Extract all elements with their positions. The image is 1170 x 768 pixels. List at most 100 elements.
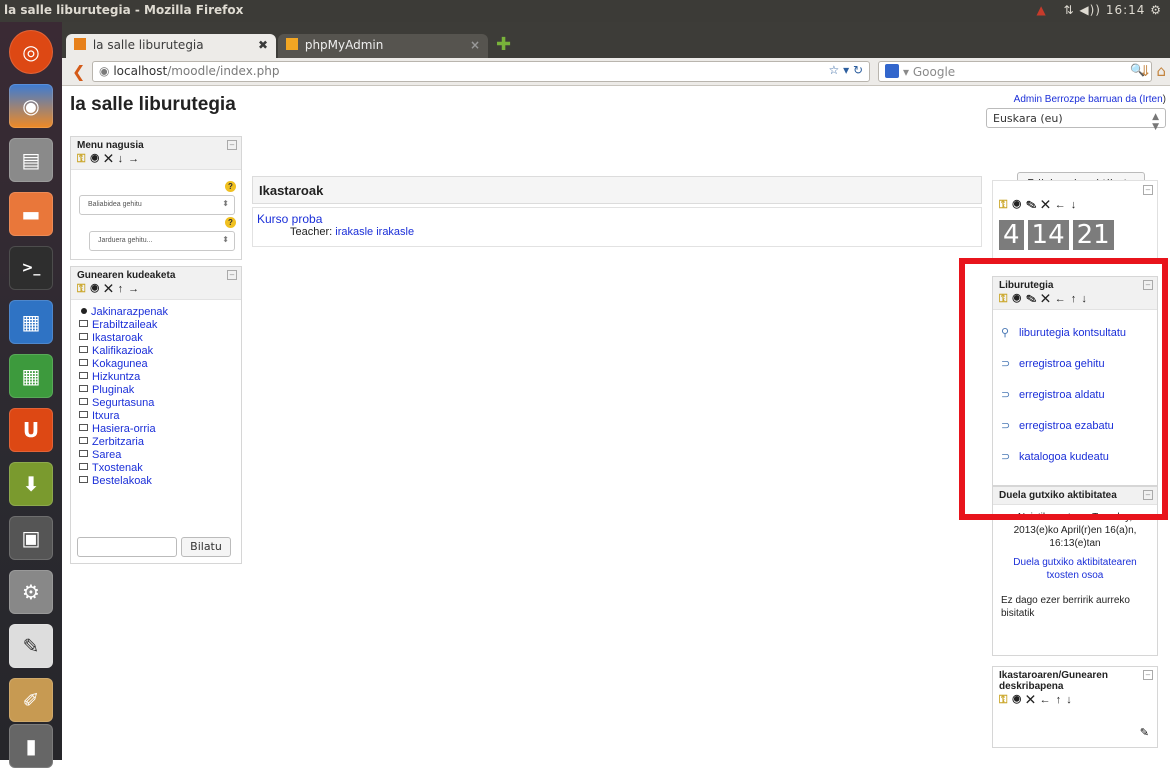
list-item[interactable]: Kokagunea <box>79 358 233 371</box>
list-item[interactable]: Itxura <box>79 410 233 423</box>
nothing-new-text: Ez dago ezer berririk aurreko bisitatik <box>1001 595 1130 619</box>
software-center-icon[interactable]: U <box>9 408 53 452</box>
list-item[interactable]: Txostenak <box>79 462 233 475</box>
courses-heading: Ikastaroak <box>252 176 982 204</box>
list-item[interactable]: Bestelakoak <box>79 475 233 488</box>
teacher-line: Teacher: irakasle irakasle <box>290 226 415 238</box>
list-item[interactable]: Jakinarazpenak <box>79 306 233 319</box>
block-controls[interactable]: ⚿ ◉ ✕ ↓ → <box>77 153 235 166</box>
course-link[interactable]: Kurso proba <box>257 212 322 226</box>
collapse-icon[interactable]: – <box>227 270 237 280</box>
folder-icon <box>79 463 88 470</box>
search-box[interactable]: ▾ Google 🔍 <box>878 61 1152 82</box>
new-tab-icon[interactable]: ✚ <box>496 36 514 54</box>
drawing-icon[interactable]: ✐ <box>9 678 53 722</box>
system-tray[interactable]: ▲ ⇅ ◀)) 16:14 ⚙ <box>1036 3 1162 17</box>
clock-digit: 21 <box>1072 220 1114 250</box>
site-identity-icon[interactable]: ◉ <box>99 64 109 78</box>
user-name-link[interactable]: Admin Berrozpe barruan da ( <box>1014 94 1143 105</box>
close-tab-icon[interactable]: ✖ <box>258 38 268 52</box>
logout-link[interactable]: Irten <box>1143 94 1163 105</box>
folder-icon <box>79 450 88 457</box>
add-resource-select[interactable]: Baliabidea gehitu ⬍ <box>79 195 235 215</box>
list-item[interactable]: Erabiltzaileak <box>79 319 233 332</box>
folder-icon <box>79 411 88 418</box>
clock-digit: 14 <box>1027 220 1069 250</box>
launcher: ◎ ◉ ▤ ▬ >_ ▦ ▦ U ⬇ ▣ ⚙ ✎ ✐ ▮ <box>0 22 62 768</box>
back-arrow-icon[interactable]: ❮ <box>72 62 85 81</box>
list-item[interactable]: Segurtasuna <box>79 397 233 410</box>
text-editor-icon[interactable]: ✎ <box>9 624 53 668</box>
phpmyadmin-favicon-icon <box>286 38 298 50</box>
download-home-icons[interactable]: ⇓ ⌂ <box>1139 62 1166 80</box>
block-title: Menu nagusia <box>77 140 144 151</box>
block-title: Gunearen kudeaketa <box>77 270 176 281</box>
search-button[interactable]: Bilatu <box>181 537 231 557</box>
edit-icon[interactable]: ✎ <box>1140 726 1149 739</box>
block-header: Menu nagusia – ⚿ ◉ ✕ ↓ → <box>71 137 241 170</box>
full-report-link-wrap: Duela gutxiko aktibitatearen txosten oso… <box>993 556 1157 588</box>
full-report-link[interactable]: Duela gutxiko aktibitatearen txosten oso… <box>1013 557 1136 581</box>
language-selected: Euskara (eu) <box>993 112 1063 125</box>
block-title: Ikastaroaren/Gunearen deskribapena <box>999 670 1108 692</box>
close-tab-icon[interactable]: × <box>470 38 480 52</box>
ubuntu-dash-icon[interactable]: ◎ <box>9 30 53 74</box>
clock-time[interactable]: 16:14 <box>1106 3 1146 17</box>
google-icon[interactable] <box>885 64 899 78</box>
settings-icon[interactable]: ⚙ <box>9 570 53 614</box>
network-icon[interactable]: ⇅ <box>1064 3 1075 17</box>
bullet-icon <box>81 308 87 314</box>
tab-phpmyadmin[interactable]: phpMyAdmin × <box>278 34 488 58</box>
help-icon[interactable]: ? <box>225 181 236 192</box>
reload-icon[interactable]: ☆ ▾ ↻ <box>829 63 863 77</box>
search-placeholder: Google <box>912 65 956 79</box>
list-item[interactable]: Hasiera-orria <box>79 423 233 436</box>
chevron-down-icon: ⬍ <box>222 235 229 244</box>
warning-icon[interactable]: ▲ <box>1036 3 1046 17</box>
list-item[interactable]: Pluginak <box>79 384 233 397</box>
folder-icon[interactable]: ▬ <box>9 192 53 236</box>
trash-icon[interactable]: ▮ <box>9 724 53 768</box>
list-item[interactable]: Zerbitzaria <box>79 436 233 449</box>
files-icon[interactable]: ▤ <box>9 138 53 182</box>
teacher-link[interactable]: irakasle irakasle <box>335 226 414 238</box>
terminal-icon[interactable]: >_ <box>9 246 53 290</box>
block-controls[interactable]: ⚿ ◉ ✎ ✕ ← ↓ <box>999 199 1157 212</box>
writer-icon[interactable]: ▦ <box>9 300 53 344</box>
admin-search-input[interactable] <box>77 537 177 557</box>
archive-icon[interactable]: ⬇ <box>9 462 53 506</box>
workspace-icon[interactable]: ▣ <box>9 516 53 560</box>
navigation-bar: ❮ ◉ localhost/moodle/index.php ☆ ▾ ↻ ▾ G… <box>62 58 1170 86</box>
language-select[interactable]: Euskara (eu) ▲ ▼ <box>986 108 1166 132</box>
list-item[interactable]: Ikastaroak <box>79 332 233 345</box>
calc-icon[interactable]: ▦ <box>9 354 53 398</box>
tab-moodle[interactable]: la salle liburutegia ✖ <box>66 34 276 58</box>
list-item[interactable]: Hizkuntza <box>79 371 233 384</box>
flip-clock: 4 14 21 <box>999 220 1157 250</box>
collapse-icon[interactable]: – <box>1143 670 1153 680</box>
list-item[interactable]: Kalifikazioak <box>79 345 233 358</box>
firefox-icon[interactable]: ◉ <box>9 84 53 128</box>
collapse-icon[interactable]: – <box>1143 185 1153 195</box>
folder-icon <box>79 476 88 483</box>
block-header: Gunearen kudeaketa – ⚿ ◉ ✕ ↑ → <box>71 267 241 300</box>
collapse-icon[interactable]: – <box>227 140 237 150</box>
chevron-down-icon: ▲ ▼ <box>1152 112 1159 132</box>
help-icon[interactable]: ? <box>225 217 236 228</box>
login-info: Admin Berrozpe barruan da (Irten) <box>1013 94 1166 105</box>
folder-icon <box>79 385 88 392</box>
tab-bar: la salle liburutegia ✖ phpMyAdmin × ✚ <box>62 22 1170 58</box>
tab-label: phpMyAdmin <box>304 38 384 52</box>
block-controls[interactable]: ⚿ ◉ ✕ ← ↑ ↓ <box>999 694 1151 707</box>
volume-icon[interactable]: ◀)) <box>1079 3 1101 17</box>
list-item[interactable]: Sarea <box>79 449 233 462</box>
course-list: Kurso proba Teacher: irakasle irakasle <box>252 207 982 247</box>
block-controls[interactable]: ⚿ ◉ ✕ ↑ → <box>77 283 235 296</box>
highlight-box <box>959 258 1168 520</box>
tab-label: la salle liburutegia <box>92 38 204 52</box>
add-activity-select[interactable]: Jarduera gehitu... ⬍ <box>89 231 235 251</box>
url-bar[interactable]: ◉ localhost/moodle/index.php ☆ ▾ ↻ <box>92 61 870 82</box>
clock-digit: 4 <box>999 220 1024 250</box>
gear-icon[interactable]: ⚙ <box>1150 3 1162 17</box>
main-menu-block: Menu nagusia – ⚿ ◉ ✕ ↓ → ? Baliabidea ge… <box>70 136 242 260</box>
